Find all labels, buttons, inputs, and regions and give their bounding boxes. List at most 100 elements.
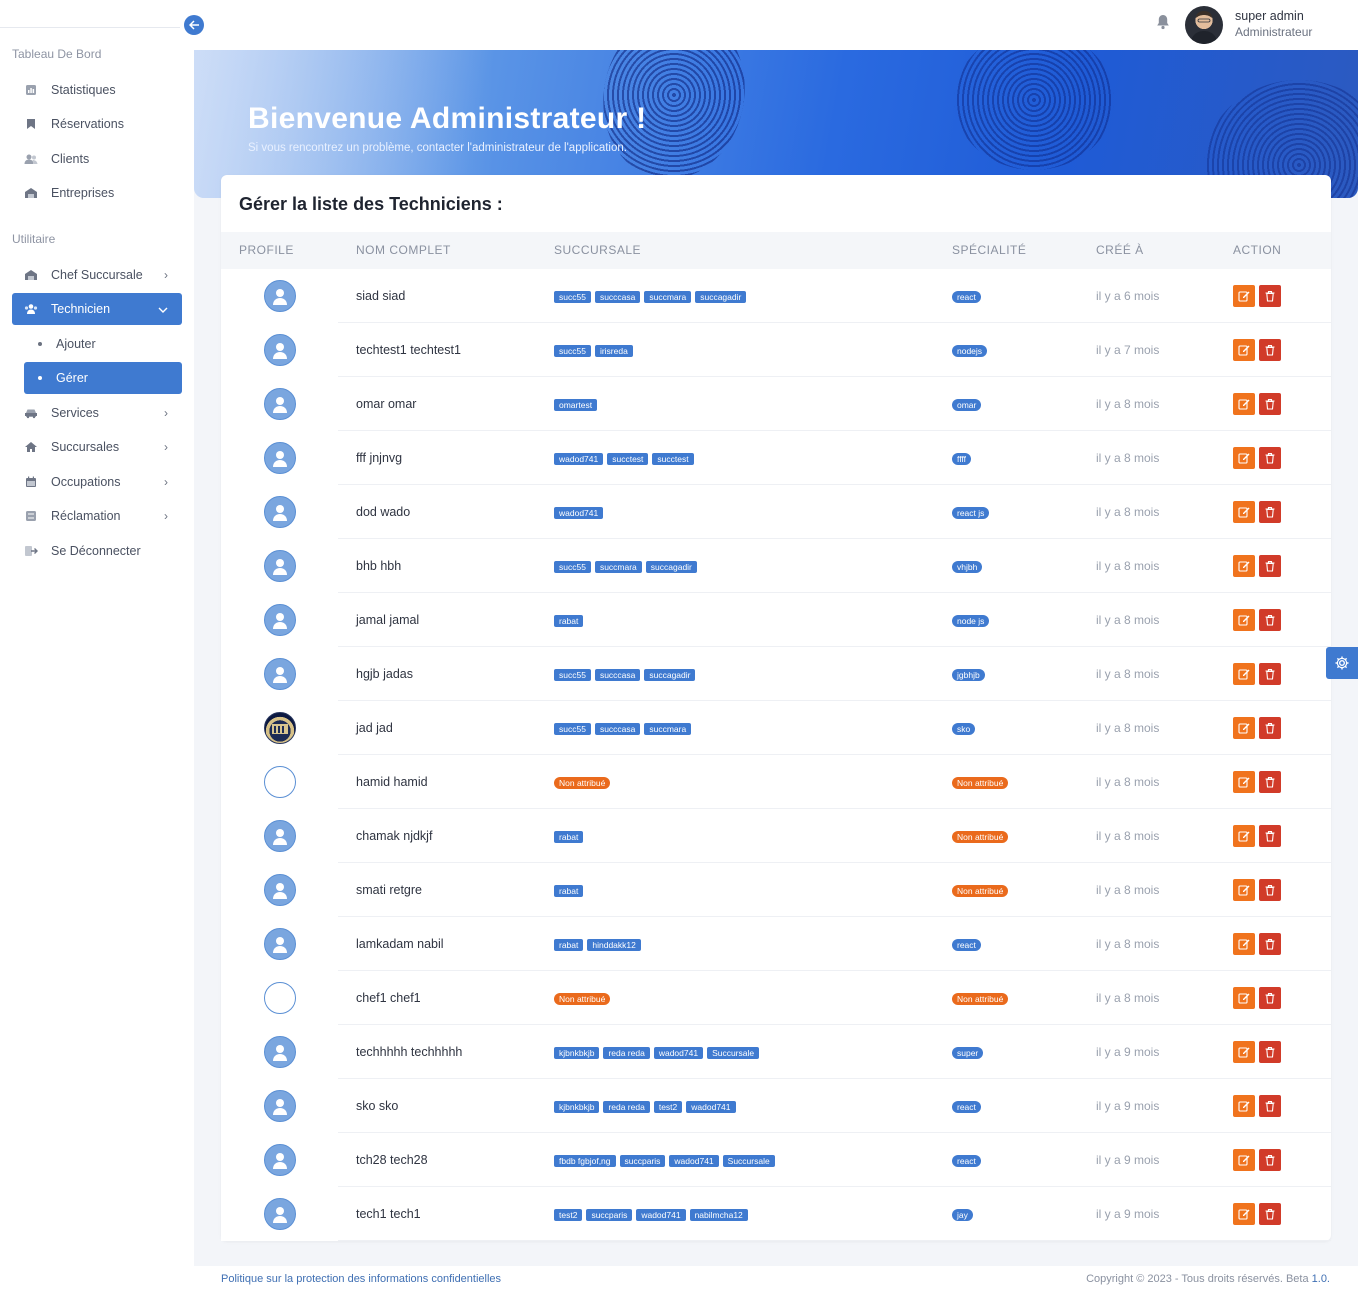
edit-button[interactable] — [1233, 1149, 1255, 1171]
sidebar-item-entreprises[interactable]: Entreprises — [12, 177, 182, 209]
delete-button[interactable] — [1259, 1041, 1281, 1063]
edit-icon — [1238, 885, 1250, 896]
user-silhouette-icon — [273, 289, 287, 305]
edit-button[interactable] — [1233, 987, 1255, 1009]
branch-badge: succcasa — [594, 723, 641, 735]
profile-cell — [221, 1025, 338, 1079]
edit-button[interactable] — [1233, 1095, 1255, 1117]
specialty-badge: react — [952, 291, 981, 303]
sidebar-item-logout[interactable]: Se Déconnecter — [12, 535, 182, 567]
sidebar-subitem-ajouter[interactable]: Ajouter — [24, 328, 182, 360]
specialty-cell: Non attribué — [952, 831, 1009, 843]
avatar — [264, 1090, 296, 1122]
technician-name: techtest1 techtest1 — [356, 343, 461, 357]
edit-button[interactable] — [1233, 609, 1255, 631]
profile-cell — [221, 377, 338, 431]
edit-icon — [1238, 507, 1250, 518]
edit-button[interactable] — [1233, 285, 1255, 307]
delete-button[interactable] — [1259, 1149, 1281, 1171]
branch-badge: rabat — [554, 885, 584, 897]
edit-button[interactable] — [1233, 555, 1255, 577]
delete-button[interactable] — [1259, 609, 1281, 631]
edit-icon — [1238, 1155, 1250, 1166]
branch-badge: succ55 — [554, 723, 591, 735]
collapse-sidebar-button[interactable] — [184, 15, 204, 35]
specialty-badge: react — [952, 1155, 981, 1167]
delete-button[interactable] — [1259, 285, 1281, 307]
edit-button[interactable] — [1233, 339, 1255, 361]
chevron-right-icon: › — [164, 509, 168, 523]
trash-icon — [1265, 884, 1275, 896]
delete-button[interactable] — [1259, 933, 1281, 955]
branch-badges: succ55 succcasa succmara succagadir — [554, 291, 747, 303]
delete-button[interactable] — [1259, 393, 1281, 415]
delete-button[interactable] — [1259, 501, 1281, 523]
sidebar-item-reservations[interactable]: Réservations — [12, 108, 182, 140]
specialty-badge: jgbhjb — [952, 669, 985, 681]
profile-cell — [221, 1187, 338, 1241]
table-body: siad siad succ55 succcasa succmara succagadi… — [221, 269, 1331, 1241]
avatar[interactable] — [1185, 6, 1223, 44]
table-row: smati retgre rabat Non attribué il y a 8 mo… — [221, 863, 1331, 917]
trash-icon — [1265, 938, 1275, 950]
edit-button[interactable] — [1233, 447, 1255, 469]
sidebar-item-label: Se Déconnecter — [51, 544, 141, 558]
page-title: Bienvenue Administrateur ! — [248, 102, 647, 135]
delete-button[interactable] — [1259, 555, 1281, 577]
delete-button[interactable] — [1259, 663, 1281, 685]
delete-button[interactable] — [1259, 1095, 1281, 1117]
delete-button[interactable] — [1259, 771, 1281, 793]
delete-button[interactable] — [1259, 825, 1281, 847]
edit-button[interactable] — [1233, 1203, 1255, 1225]
delete-button[interactable] — [1259, 717, 1281, 739]
delete-button[interactable] — [1259, 447, 1281, 469]
avatar — [264, 712, 296, 744]
sidebar-item-statistiques[interactable]: Statistiques — [12, 74, 182, 106]
copyright-label: Copyright © 2023 - Tous droits réservés.… — [1086, 1273, 1309, 1285]
branch-badge: succcasa — [594, 291, 641, 303]
edit-icon — [1238, 1209, 1250, 1220]
edit-button[interactable] — [1233, 663, 1255, 685]
delete-button[interactable] — [1259, 339, 1281, 361]
branch-badge: omartest — [554, 399, 598, 411]
edit-icon — [1238, 1047, 1250, 1058]
column-header-created: CRÉÉ À — [1096, 243, 1144, 257]
branch-badges: rabat — [554, 615, 584, 627]
sidebar-item-chef-succursale[interactable]: Chef Succursale › — [12, 259, 182, 291]
sidebar-subitem-gerer[interactable]: Gérer — [24, 362, 182, 394]
edit-button[interactable] — [1233, 879, 1255, 901]
user-silhouette-icon — [273, 397, 287, 413]
branch-badge: kjbnkbkjb — [554, 1047, 600, 1059]
edit-button[interactable] — [1233, 501, 1255, 523]
profile-cell — [221, 755, 338, 809]
sidebar-item-reclamation[interactable]: Réclamation › — [12, 500, 182, 532]
avatar — [264, 658, 296, 690]
edit-button[interactable] — [1233, 1041, 1255, 1063]
branch-badge: test2 — [554, 1209, 583, 1221]
sidebar-item-technicien[interactable]: Technicien — [12, 293, 182, 325]
edit-button[interactable] — [1233, 771, 1255, 793]
unassigned-badge: Non attribué — [952, 777, 1009, 789]
technician-name: hgjb jadas — [356, 667, 413, 681]
delete-button[interactable] — [1259, 1203, 1281, 1225]
building-icon — [23, 187, 39, 199]
sidebar-item-services[interactable]: Services › — [12, 397, 182, 429]
edit-button[interactable] — [1233, 717, 1255, 739]
sidebar-item-clients[interactable]: Clients — [12, 143, 182, 175]
edit-button[interactable] — [1233, 393, 1255, 415]
delete-button[interactable] — [1259, 879, 1281, 901]
branch-badges: succ55 succcasa succmara — [554, 723, 692, 735]
edit-button[interactable] — [1233, 933, 1255, 955]
privacy-policy-link[interactable]: Politique sur la protection des informat… — [221, 1273, 501, 1285]
delete-button[interactable] — [1259, 987, 1281, 1009]
branch-badges: kjbnkbkjb reda reda test2 wadod741 — [554, 1101, 736, 1113]
sidebar-item-label: Réclamation — [51, 509, 121, 523]
edit-button[interactable] — [1233, 825, 1255, 847]
sidebar-item-succursales[interactable]: Succursales › — [12, 431, 182, 463]
edit-icon — [1238, 723, 1250, 734]
settings-button[interactable] — [1326, 647, 1358, 679]
bell-icon[interactable] — [1156, 14, 1170, 35]
profile-cell — [221, 809, 338, 863]
trash-icon — [1265, 452, 1275, 464]
sidebar-item-occupations[interactable]: Occupations › — [12, 466, 182, 498]
